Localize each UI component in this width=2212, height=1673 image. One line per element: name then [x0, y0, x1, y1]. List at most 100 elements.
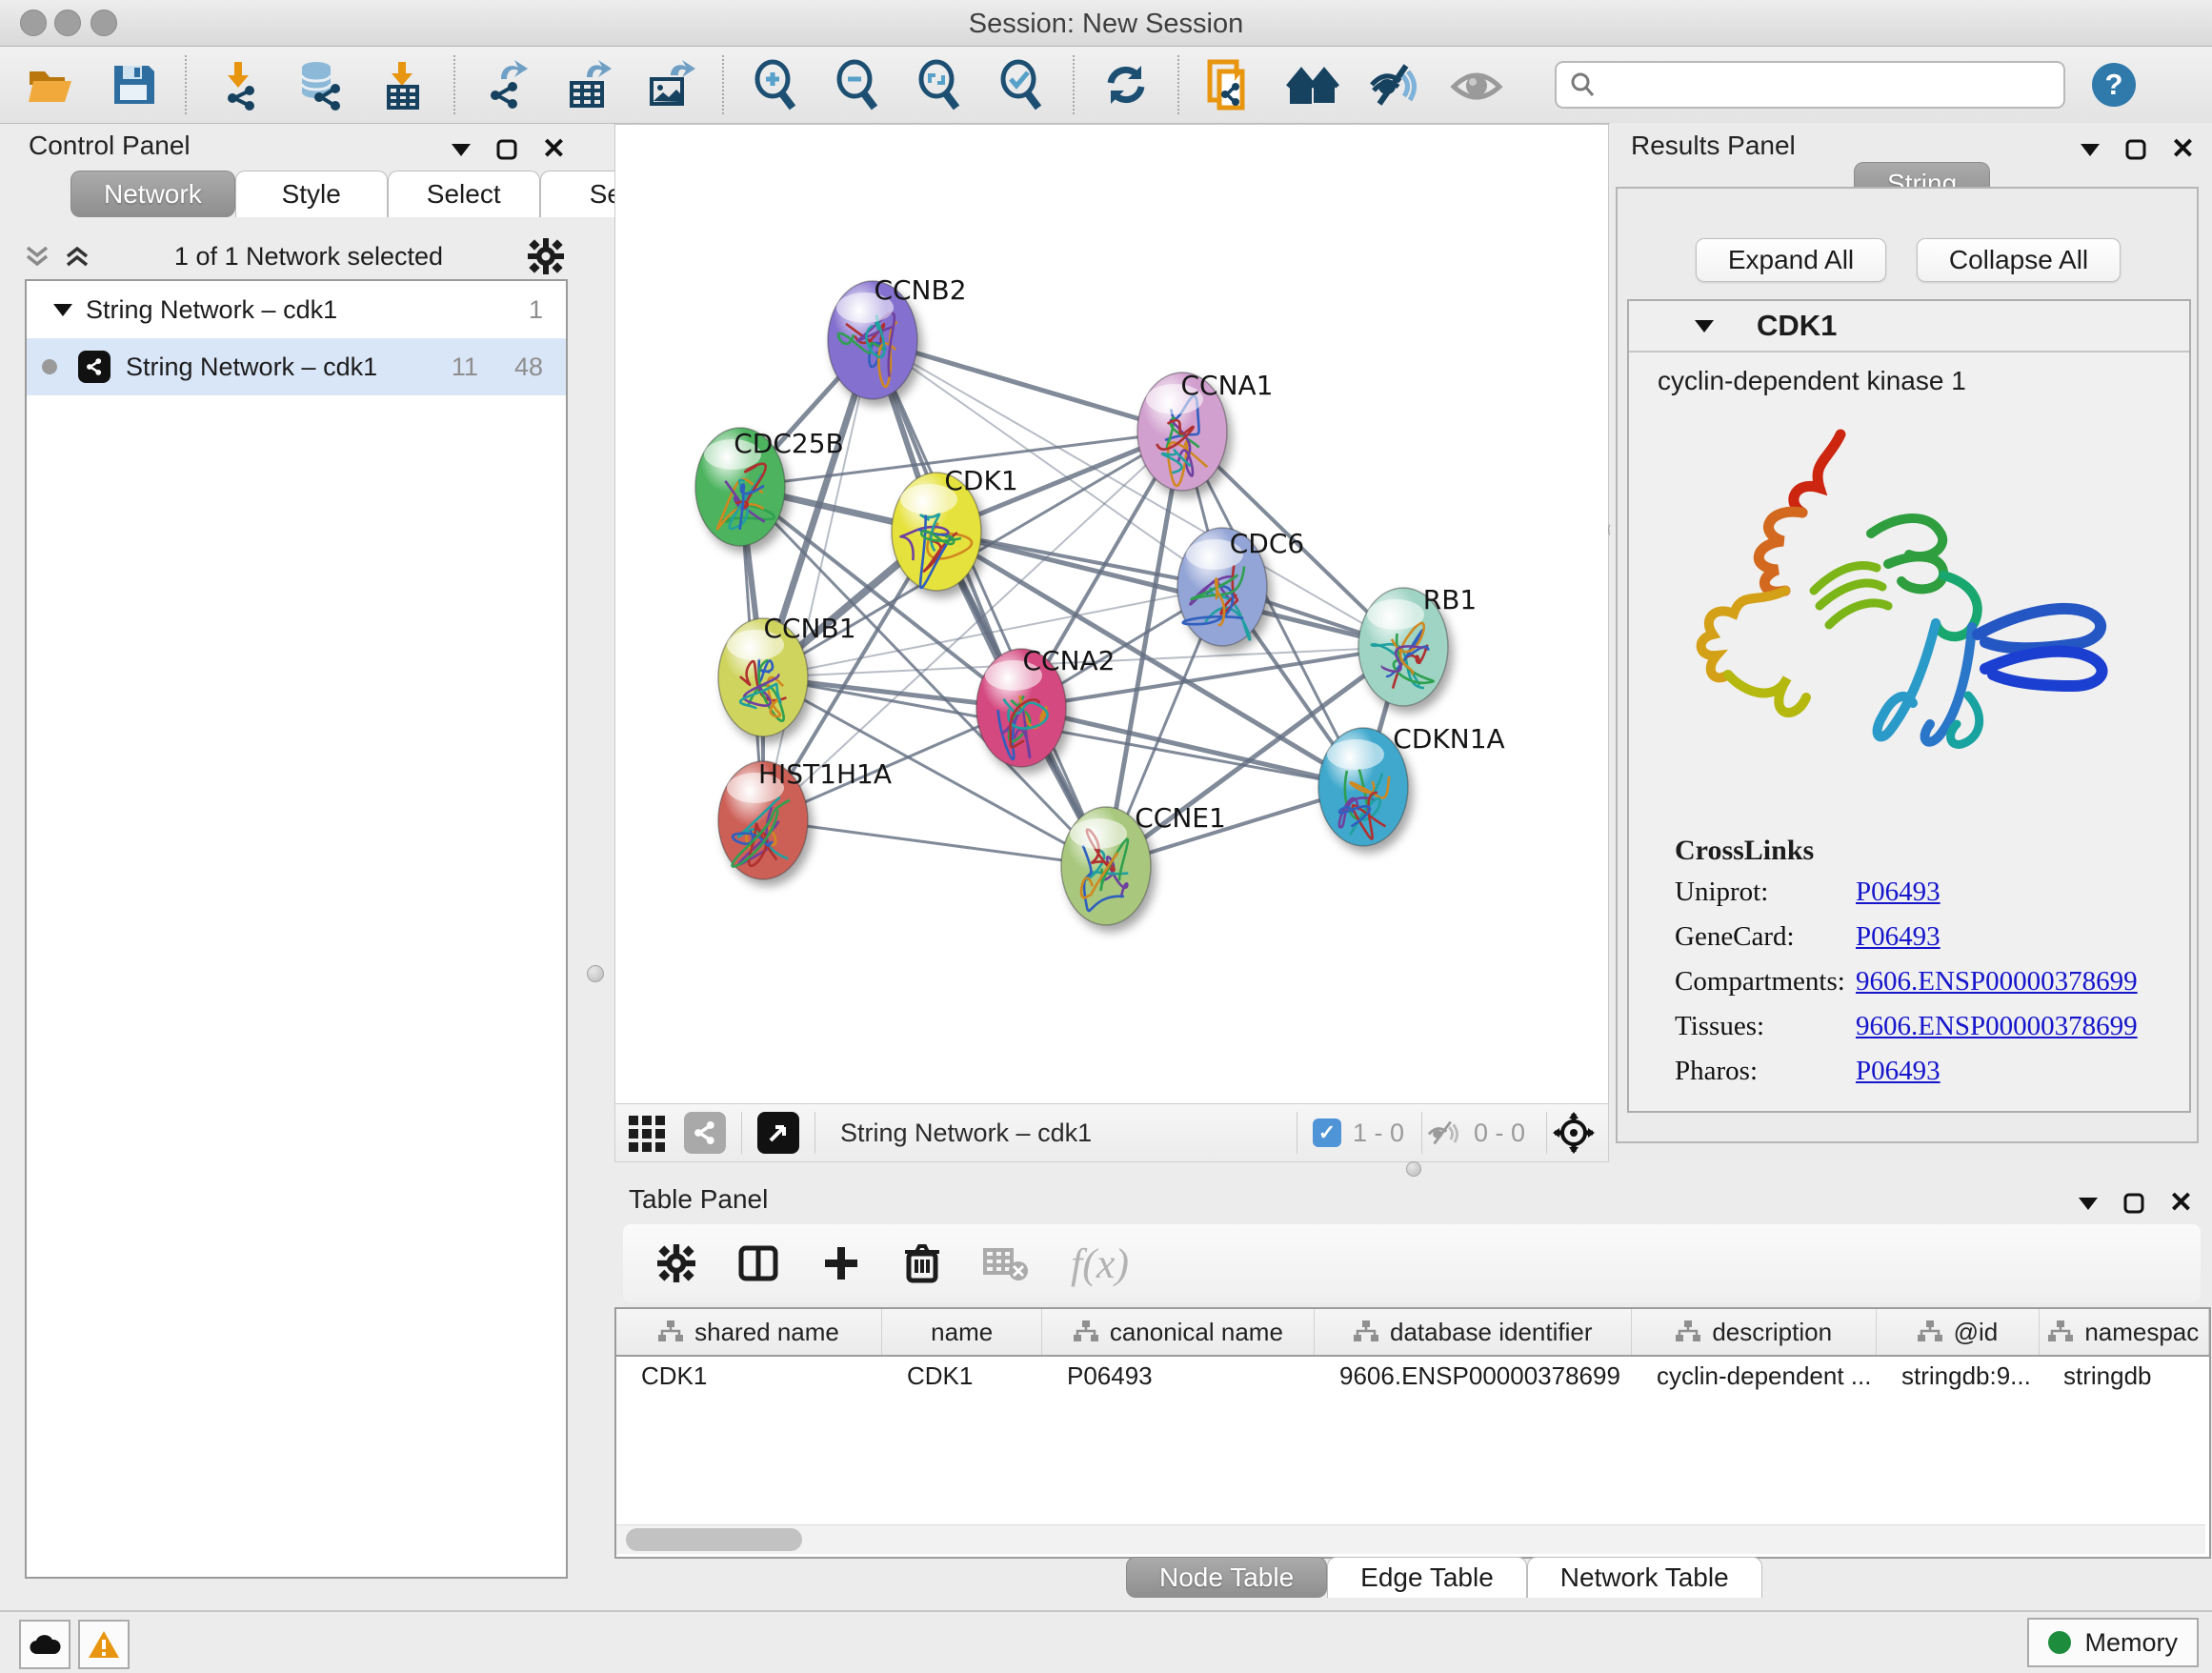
table-row[interactable]: CDK1CDK1P064939606.ENSP00000378699cyclin…	[616, 1357, 2209, 1395]
zoom-selected-icon[interactable]	[995, 58, 1048, 111]
crosslinks-heading: CrossLinks	[1675, 835, 2189, 867]
export-image-icon[interactable]	[644, 58, 697, 111]
expand-all-icon[interactable]	[65, 244, 90, 269]
tab-network-table[interactable]: Network Table	[1527, 1557, 1762, 1598]
results-panel-menu-icon[interactable]	[2080, 142, 2101, 157]
crosslink-value-link[interactable]: P06493	[1856, 877, 1941, 908]
show-all-icon[interactable]	[1286, 58, 1339, 111]
edge-CCNB2-CCNE1[interactable]	[873, 340, 1106, 866]
import-network-icon[interactable]	[211, 58, 265, 111]
network-row-selected[interactable]: String Network – cdk1 11 48	[27, 338, 566, 395]
memory-label: Memory	[2084, 1628, 2178, 1658]
table-hscrollbar[interactable]	[616, 1524, 2205, 1554]
column-header-database-identifier[interactable]: database identifier	[1315, 1309, 1632, 1355]
grid-view-icon[interactable]	[627, 1112, 669, 1154]
column-header-name[interactable]: name	[882, 1309, 1042, 1355]
table-cell: P06493	[1042, 1361, 1315, 1391]
node-label-CDC25B: CDC25B	[734, 428, 844, 459]
results-panel-close-icon[interactable]: ✕	[2171, 132, 2195, 166]
selected-nodes-checkbox[interactable]: ✓	[1313, 1119, 1341, 1147]
tab-select[interactable]: Select	[388, 171, 540, 217]
network-share-icon[interactable]	[684, 1112, 726, 1154]
fit-content-icon[interactable]	[1553, 1112, 1595, 1154]
table-panel: Table Panel ✕ f(x) shared namenamecanoni…	[612, 1177, 2212, 1610]
crosslink-label: Compartments:	[1675, 966, 1856, 998]
duplicate-network-icon[interactable]	[1204, 58, 1257, 111]
edge-HIST1H1A-CCNE1[interactable]	[763, 820, 1106, 866]
main-toolbar: ?	[0, 47, 2212, 124]
network-row-label: String Network – cdk1	[126, 353, 452, 382]
open-session-icon[interactable]	[25, 58, 78, 111]
control-panel-close-icon[interactable]: ✕	[542, 132, 566, 166]
edge-CCNB2-CCNA1[interactable]	[873, 340, 1182, 432]
gear-icon[interactable]	[528, 238, 564, 274]
table-panel-float-icon[interactable]	[2123, 1193, 2144, 1214]
edge-CCNA2-CDKN1A[interactable]	[1021, 708, 1363, 787]
table-toolbar: f(x)	[623, 1224, 2201, 1302]
network-canvas[interactable]: CCNB2CCNA1CDC25BCDK1CDC6RB1CCNB1CCNA2CDK…	[614, 124, 1609, 1105]
zoom-out-icon[interactable]	[831, 58, 884, 111]
column-header-canonical-name[interactable]: canonical name	[1042, 1309, 1315, 1355]
tab-edge-table[interactable]: Edge Table	[1327, 1557, 1527, 1598]
node-label-HIST1H1A: HIST1H1A	[758, 758, 892, 790]
control-panel-float-icon[interactable]	[496, 139, 517, 160]
delete-column-icon[interactable]	[903, 1242, 941, 1284]
table-panel-title: Table Panel	[629, 1184, 768, 1215]
function-builder-icon: f(x)	[1071, 1240, 1129, 1288]
table-cell: stringdb	[2039, 1361, 2208, 1391]
column-header-namespac[interactable]: namespac	[2040, 1309, 2209, 1355]
node-gloss	[1327, 739, 1384, 770]
results-panel-float-icon[interactable]	[2125, 139, 2146, 160]
help-button[interactable]: ?	[2092, 63, 2136, 107]
network-collection-count: 1	[529, 295, 543, 325]
protein-collapse-icon[interactable]	[1694, 318, 1715, 333]
memory-button[interactable]: Memory	[2027, 1618, 2199, 1667]
table-gear-icon[interactable]	[657, 1244, 695, 1282]
search-input[interactable]	[1555, 61, 2065, 109]
network-collection-row[interactable]: String Network – cdk1 1	[27, 281, 566, 338]
column-header-description[interactable]: description	[1632, 1309, 1877, 1355]
export-network-icon[interactable]	[480, 58, 533, 111]
import-network-from-database-icon[interactable]	[293, 58, 347, 111]
crosslink-value-link[interactable]: P06493	[1856, 1056, 1941, 1087]
expand-all-button[interactable]: Expand All	[1696, 238, 1886, 282]
export-table-icon[interactable]	[562, 58, 615, 111]
crosslink-value-link[interactable]: 9606.ENSP00000378699	[1856, 1011, 2138, 1042]
table-panel-menu-icon[interactable]	[2078, 1196, 2099, 1211]
tab-style[interactable]: Style	[235, 171, 388, 217]
protein-section-header[interactable]: CDK1	[1629, 301, 2189, 353]
birdseye-view-icon[interactable]	[757, 1112, 799, 1154]
import-table-icon[interactable]	[375, 58, 429, 111]
zoom-in-icon[interactable]	[749, 58, 802, 111]
collapse-all-icon[interactable]	[25, 244, 50, 269]
select-columns-icon[interactable]	[737, 1242, 779, 1284]
warning-button[interactable]	[78, 1620, 130, 1669]
column-header--id[interactable]: @id	[1877, 1309, 2039, 1355]
table-panel-close-icon[interactable]: ✕	[2169, 1186, 2193, 1219]
horizontal-splitter[interactable]	[614, 1160, 2212, 1177]
zoom-fit-icon[interactable]	[913, 58, 966, 111]
tab-network[interactable]: Network	[70, 171, 235, 217]
crosslink-row: Uniprot:P06493	[1675, 877, 2189, 908]
current-network-name: String Network – cdk1	[840, 1119, 1092, 1148]
tree-expand-icon[interactable]	[53, 303, 72, 317]
results-panel-title: Results Panel	[1631, 131, 1796, 161]
hide-selected-icon[interactable]	[1368, 58, 1421, 111]
column-header-shared-name[interactable]: shared name	[616, 1309, 882, 1355]
collapse-all-button[interactable]: Collapse All	[1917, 238, 2121, 282]
network-collection-label: String Network – cdk1	[86, 295, 529, 325]
crosslink-value-link[interactable]: P06493	[1856, 921, 1941, 953]
table-hscrollbar-thumb[interactable]	[626, 1528, 802, 1551]
tab-node-table[interactable]: Node Table	[1126, 1557, 1327, 1598]
table-tabs: Node TableEdge TableNetwork Table	[1126, 1557, 1762, 1598]
vertical-splitter-left[interactable]	[579, 123, 612, 1605]
cloud-button[interactable]	[19, 1620, 70, 1669]
crosslink-value-link[interactable]: 9606.ENSP00000378699	[1856, 966, 2138, 998]
show-hidden-icon[interactable]	[1450, 58, 1503, 111]
add-column-icon[interactable]	[821, 1243, 861, 1283]
network-list: String Network – cdk1 1 String Network –…	[25, 279, 568, 1579]
node-label-CCNA2: CCNA2	[1022, 645, 1115, 676]
refresh-icon[interactable]	[1099, 58, 1153, 111]
control-panel-menu-icon[interactable]	[451, 142, 472, 157]
save-session-icon[interactable]	[107, 58, 160, 111]
